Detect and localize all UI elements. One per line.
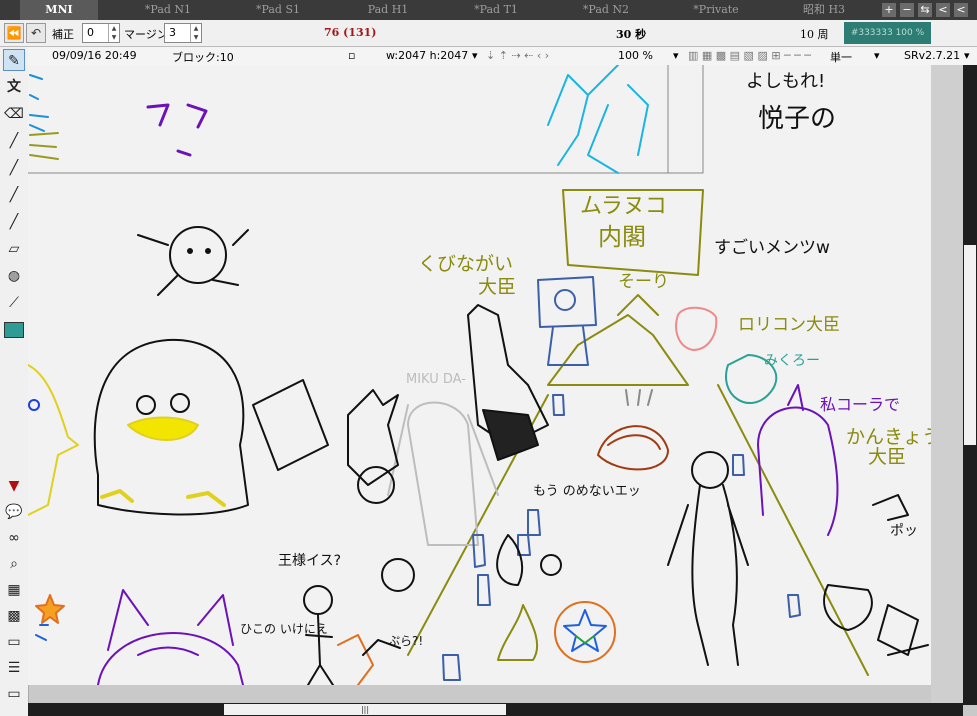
page-icon[interactable]: ▭ bbox=[3, 631, 25, 653]
canvas-text-t10: みくろー bbox=[764, 353, 820, 369]
tab-mni[interactable]: MNI bbox=[20, 0, 98, 20]
tool-palette: ✎ 文 ⌫ ╱ ╱ ╱ ╱ ▱ ◍ ⟋ ▼ 💬 ∞ ⌕ ▦ ▩ ▭ ☰ ▭ bbox=[0, 47, 29, 716]
stamp-icon[interactable]: ◍ bbox=[3, 265, 25, 287]
zoom-level[interactable]: 100 % bbox=[618, 49, 653, 62]
canvas-text-t9: ロリコン大臣 bbox=[738, 315, 840, 335]
tab-private[interactable]: *Private bbox=[676, 0, 756, 20]
save-icon[interactable]: ▼ bbox=[3, 475, 25, 497]
zoom-dropdown-icon[interactable]: ▾ bbox=[673, 49, 679, 62]
margin-stepper[interactable]: 3 ▲ ▼ bbox=[164, 23, 202, 43]
laps-counter: 10 周 bbox=[800, 28, 829, 41]
fill-icon[interactable]: ▱ bbox=[3, 238, 25, 260]
eraser-icon[interactable]: ⌫ bbox=[3, 103, 25, 125]
color-swatch-icon[interactable] bbox=[3, 319, 25, 341]
canvas-size: w:2047 h:2047 bbox=[386, 49, 469, 62]
rewind-icon[interactable]: ⏪ bbox=[4, 23, 24, 43]
doc-icon[interactable]: ▫ bbox=[348, 49, 355, 62]
tab-pad-h1[interactable]: Pad H1 bbox=[348, 0, 428, 20]
dropper-icon[interactable]: ⟋ bbox=[3, 292, 25, 314]
color-status[interactable]: #333333 100 % bbox=[844, 22, 931, 44]
canvas-text-t11: 私コーラで bbox=[820, 395, 900, 414]
vertical-scroll-thumb[interactable] bbox=[964, 245, 976, 445]
lines-icon[interactable]: ☰ bbox=[3, 657, 25, 679]
margin-label: マージン bbox=[124, 28, 168, 41]
layout-icons[interactable]: ▥ ▦ ▩ ▤ ▧ ▨ ⊞ ─ ─ ─ bbox=[688, 49, 811, 62]
canvas-text-t3: ムラヌコ bbox=[580, 194, 667, 219]
tab-pad-n2[interactable]: *Pad N2 bbox=[566, 0, 646, 20]
pen-icon[interactable]: ✎ bbox=[3, 49, 25, 71]
correction-label: 補正 bbox=[52, 28, 74, 41]
text-icon[interactable]: 文 bbox=[3, 76, 25, 98]
tab-bar: MNI *Pad N1 *Pad S1 Pad H1 *Pad T1 *Pad … bbox=[0, 0, 977, 20]
swap-icon[interactable]: ⇆ bbox=[918, 3, 932, 17]
line-count: 76 (131) bbox=[324, 26, 377, 39]
canvas-text-t1: よしもれ! bbox=[746, 71, 825, 92]
correction-stepper[interactable]: 0 ▲ ▼ bbox=[82, 23, 120, 43]
canvas-text-t13: 大臣 bbox=[868, 446, 906, 468]
canvas-drawings: ムラヌコ 内閣 MIKU DA- よしもれ! 悦子の すごいメンツw くびながい… bbox=[28, 65, 931, 685]
canvas-text-t8: そーり bbox=[618, 272, 669, 292]
brush2-icon[interactable]: ╱ bbox=[3, 157, 25, 179]
tab-pad-s1[interactable]: *Pad S1 bbox=[238, 0, 318, 20]
chat-icon[interactable]: 💬 bbox=[3, 501, 25, 523]
brush-icon[interactable]: ╱ bbox=[3, 130, 25, 152]
hatch-icon[interactable]: ▩ bbox=[3, 605, 25, 627]
version-dropdown-icon[interactable]: ▾ bbox=[964, 49, 970, 62]
canvas-text-t19: ぷら?! bbox=[388, 634, 423, 648]
brush4-icon[interactable]: ╱ bbox=[3, 211, 25, 233]
window-icon[interactable]: ▭ bbox=[3, 683, 25, 705]
tab-pad-t1[interactable]: *Pad T1 bbox=[456, 0, 536, 20]
undo-icon[interactable]: ↶ bbox=[26, 23, 46, 43]
canvas-text-t6: くびながい bbox=[418, 253, 513, 275]
canvas-text-t18: ポッ bbox=[890, 523, 918, 539]
canvas-text-t15: もう のめないエッ bbox=[533, 484, 641, 499]
size-dropdown-icon[interactable]: ▾ bbox=[472, 49, 478, 62]
canvas-side-margin bbox=[931, 65, 963, 705]
seconds-counter: 30 秒 bbox=[616, 28, 647, 41]
info-bar: 09/09/16 20:49 ブロック:10 ▫ w:2047 h:2047 ▾… bbox=[28, 47, 977, 66]
canvas-text-t12: かんきょう bbox=[846, 426, 931, 448]
brush3-icon[interactable]: ╱ bbox=[3, 184, 25, 206]
zoom-icon[interactable]: ⌕ bbox=[3, 553, 25, 575]
minimize-icon[interactable]: − bbox=[900, 3, 914, 17]
mode-select[interactable]: 単一 bbox=[830, 49, 852, 65]
canvas-text-t2: 悦子の bbox=[758, 104, 836, 134]
drawing-canvas[interactable]: ムラヌコ 内閣 MIKU DA- よしもれ! 悦子の すごいメンツw くびながい… bbox=[28, 65, 931, 685]
prev-tab-icon[interactable]: < bbox=[936, 3, 950, 17]
nav-arrows-icon[interactable]: ⇣ ⇡ ⇢ ⇠ ‹ › bbox=[486, 49, 549, 62]
block-label: ブロック:10 bbox=[172, 51, 234, 64]
canvas-text-t14: MIKU DA- bbox=[406, 372, 466, 387]
add-tab-icon[interactable]: + bbox=[882, 3, 896, 17]
toolbar: ⏪ ↶ 補正 0 ▲ ▼ マージン 3 ▲ ▼ 76 (131) 30 秒 10 周 #… bbox=[0, 20, 977, 47]
grid-icon[interactable]: ▦ bbox=[3, 579, 25, 601]
prev2-tab-icon[interactable]: < bbox=[954, 3, 968, 17]
tab-pad-n1[interactable]: *Pad N1 bbox=[128, 0, 208, 20]
canvas-text-t4: 内閣 bbox=[598, 223, 646, 251]
horizontal-scrollbar[interactable]: ||| bbox=[28, 703, 963, 716]
mode-dropdown-icon[interactable]: ▾ bbox=[874, 49, 880, 62]
datetime: 09/09/16 20:49 bbox=[52, 49, 137, 62]
canvas-text-t7: 大臣 bbox=[478, 276, 516, 298]
canvas-text-t17: ひこの いけにえ bbox=[240, 622, 328, 636]
vertical-scrollbar[interactable] bbox=[963, 65, 977, 705]
tab-showa-h3[interactable]: 昭和 H3 bbox=[784, 0, 864, 20]
canvas-text-t5: すごいメンツw bbox=[714, 238, 830, 258]
horizontal-scroll-thumb[interactable]: ||| bbox=[224, 704, 506, 715]
canvas-text-t16: 王様イス? bbox=[278, 553, 341, 569]
link-icon[interactable]: ∞ bbox=[3, 527, 25, 549]
version-label: SRv2.7.21 bbox=[904, 49, 961, 62]
